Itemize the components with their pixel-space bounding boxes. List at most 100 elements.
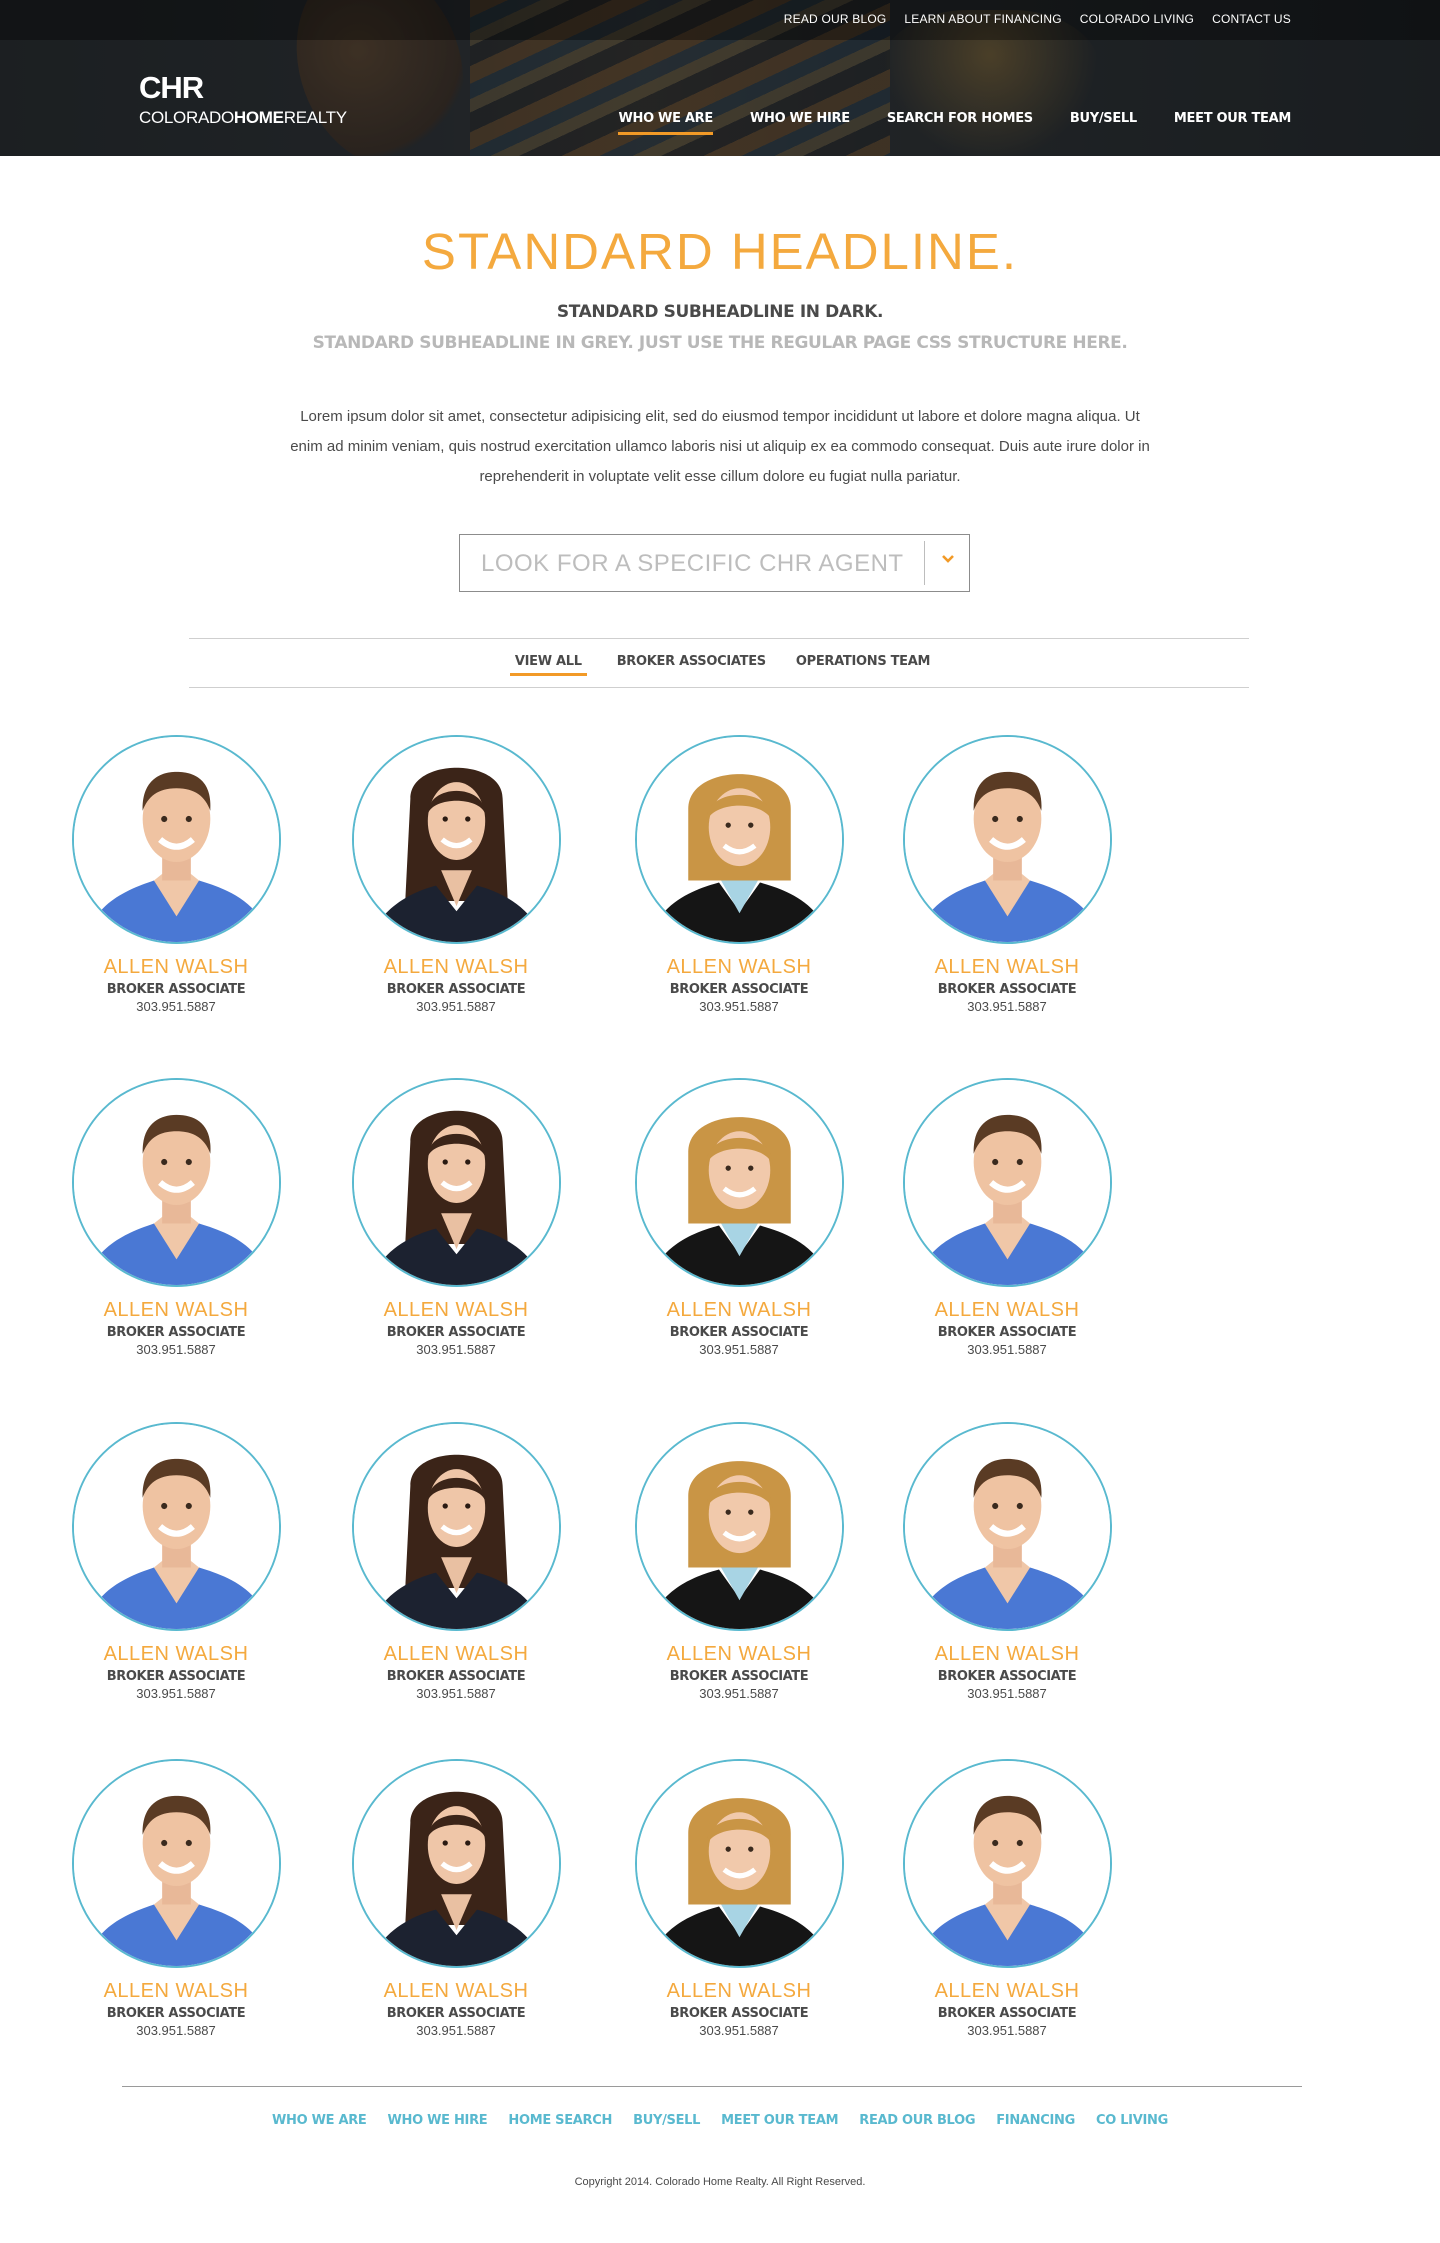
agent-photo[interactable] (902, 1078, 1112, 1287)
agent-photo[interactable] (351, 1078, 561, 1287)
site-logo[interactable]: CHR COLORADOHOMEREALTY (139, 72, 347, 128)
footer-link-read-our-blog[interactable]: READ OUR BLOG (859, 2113, 975, 2128)
agent-card[interactable]: ALLEN WALSH BROKER ASSOCIATE 303.951.5887 (619, 1078, 859, 1357)
agent-name[interactable]: ALLEN WALSH (56, 1643, 296, 1666)
agent-card[interactable]: ALLEN WALSH BROKER ASSOCIATE 303.951.5887 (887, 1422, 1127, 1701)
agent-phone: 303.951.5887 (416, 1342, 496, 1357)
agent-name[interactable]: ALLEN WALSH (336, 1980, 576, 2003)
agent-card[interactable]: ALLEN WALSH BROKER ASSOCIATE 303.951.5887 (887, 1759, 1127, 2038)
agent-name[interactable]: ALLEN WALSH (887, 956, 1127, 979)
footer-link-financing[interactable]: FINANCING (996, 2113, 1075, 2128)
agent-card[interactable]: ALLEN WALSH BROKER ASSOCIATE 303.951.5887 (56, 1422, 296, 1701)
agent-photo[interactable] (71, 1422, 281, 1631)
nav-meet-our-team[interactable]: MEET OUR TEAM (1174, 111, 1291, 135)
agent-name[interactable]: ALLEN WALSH (56, 956, 296, 979)
agent-card[interactable]: ALLEN WALSH BROKER ASSOCIATE 303.951.5887 (336, 1078, 576, 1357)
footer-link-home-search[interactable]: HOME SEARCH (508, 2113, 612, 2128)
copyright-text: Copyright 2014. Colorado Home Realty. Al… (574, 2176, 866, 2188)
agent-photo[interactable] (634, 1422, 844, 1631)
agent-photo[interactable] (634, 1078, 844, 1287)
agent-name[interactable]: ALLEN WALSH (56, 1299, 296, 1322)
dropdown-divider (924, 541, 925, 585)
nav-who-we-hire[interactable]: WHO WE HIRE (750, 111, 850, 135)
agent-photo[interactable] (71, 1759, 281, 1968)
agent-phone: 303.951.5887 (416, 1686, 496, 1701)
agent-name[interactable]: ALLEN WALSH (887, 1980, 1127, 2003)
utility-link-contact[interactable]: CONTACT US (1212, 12, 1291, 26)
agent-card[interactable]: ALLEN WALSH BROKER ASSOCIATE 303.951.5887 (619, 1759, 859, 2038)
utility-link-financing[interactable]: LEARN ABOUT FINANCING (904, 12, 1061, 26)
agent-card[interactable]: ALLEN WALSH BROKER ASSOCIATE 303.951.5887 (56, 1078, 296, 1357)
agent-phone: 303.951.5887 (967, 999, 1047, 1014)
agent-name[interactable]: ALLEN WALSH (336, 956, 576, 979)
agent-photo[interactable] (902, 1422, 1112, 1631)
agent-name[interactable]: ALLEN WALSH (336, 1643, 576, 1666)
agent-photo[interactable] (351, 1759, 561, 1968)
agent-search-dropdown[interactable]: LOOK FOR A SPECIFIC CHR AGENT (459, 534, 970, 592)
agent-phone: 303.951.5887 (699, 1342, 779, 1357)
nav-who-we-are[interactable]: WHO WE ARE (618, 111, 713, 135)
tabs-divider-top (189, 638, 1249, 639)
agent-photo[interactable] (634, 735, 844, 944)
agent-card[interactable]: ALLEN WALSH BROKER ASSOCIATE 303.951.5887 (56, 1759, 296, 2038)
main-nav: WHO WE ARE WHO WE HIRE SEARCH FOR HOMES … (618, 111, 1291, 135)
agent-photo[interactable] (634, 1759, 844, 1968)
logo-mark: CHR (139, 70, 204, 105)
tabs-divider-bottom (189, 687, 1249, 688)
agent-phone: 303.951.5887 (416, 2023, 496, 2038)
agent-name[interactable]: ALLEN WALSH (887, 1643, 1127, 1666)
agent-role: BROKER ASSOCIATE (386, 982, 526, 997)
chevron-down-icon[interactable] (941, 552, 955, 571)
footer-link-co-living[interactable]: CO LIVING (1096, 2113, 1168, 2128)
agent-role: BROKER ASSOCIATE (937, 2006, 1077, 2021)
tab-broker-associates[interactable]: BROKER ASSOCIATES (617, 654, 766, 676)
agent-name[interactable]: ALLEN WALSH (56, 1980, 296, 2003)
agent-card[interactable]: ALLEN WALSH BROKER ASSOCIATE 303.951.5887 (887, 1078, 1127, 1357)
agent-card[interactable]: ALLEN WALSH BROKER ASSOCIATE 303.951.5887 (887, 735, 1127, 1014)
intro-body-text: Lorem ipsum dolor sit amet, consectetur … (290, 408, 1150, 485)
agent-role: BROKER ASSOCIATE (937, 982, 1077, 997)
agent-role: BROKER ASSOCIATE (669, 1325, 809, 1340)
agent-card[interactable]: ALLEN WALSH BROKER ASSOCIATE 303.951.5887 (619, 735, 859, 1014)
tab-view-all[interactable]: VIEW ALL (509, 654, 587, 676)
agent-card[interactable]: ALLEN WALSH BROKER ASSOCIATE 303.951.5887 (56, 735, 296, 1014)
agent-photo[interactable] (902, 1759, 1112, 1968)
agent-phone: 303.951.5887 (699, 999, 779, 1014)
footer-nav: WHO WE ARE WHO WE HIRE HOME SEARCH BUY/S… (0, 2113, 1440, 2128)
agent-photo[interactable] (351, 1422, 561, 1631)
agent-photo[interactable] (71, 735, 281, 944)
agent-card[interactable]: ALLEN WALSH BROKER ASSOCIATE 303.951.5887 (619, 1422, 859, 1701)
utility-nav: READ OUR BLOG LEARN ABOUT FINANCING COLO… (784, 12, 1291, 26)
agent-phone: 303.951.5887 (136, 2023, 216, 2038)
agent-name[interactable]: ALLEN WALSH (619, 956, 859, 979)
footer-divider (122, 2086, 1302, 2087)
utility-link-colorado-living[interactable]: COLORADO LIVING (1080, 12, 1194, 26)
site-header: READ OUR BLOG LEARN ABOUT FINANCING COLO… (0, 0, 1440, 156)
subheadline-grey: STANDARD SUBHEADLINE IN GREY. JUST USE T… (312, 333, 1128, 353)
agent-name[interactable]: ALLEN WALSH (619, 1643, 859, 1666)
footer-link-meet-our-team[interactable]: MEET OUR TEAM (721, 2113, 838, 2128)
agent-name[interactable]: ALLEN WALSH (619, 1980, 859, 2003)
agent-phone: 303.951.5887 (967, 2023, 1047, 2038)
agent-photo[interactable] (351, 735, 561, 944)
agent-role: BROKER ASSOCIATE (106, 1669, 246, 1684)
agent-photo[interactable] (71, 1078, 281, 1287)
agent-name[interactable]: ALLEN WALSH (887, 1299, 1127, 1322)
agent-card[interactable]: ALLEN WALSH BROKER ASSOCIATE 303.951.5887 (336, 1759, 576, 2038)
footer-link-who-we-are[interactable]: WHO WE ARE (272, 2113, 367, 2128)
agent-name[interactable]: ALLEN WALSH (619, 1299, 859, 1322)
agent-role: BROKER ASSOCIATE (937, 1325, 1077, 1340)
nav-buy-sell[interactable]: BUY/SELL (1070, 111, 1137, 135)
agent-card[interactable]: ALLEN WALSH BROKER ASSOCIATE 303.951.5887 (336, 735, 576, 1014)
agent-photo[interactable] (902, 735, 1112, 944)
agent-phone: 303.951.5887 (136, 1342, 216, 1357)
agent-name[interactable]: ALLEN WALSH (336, 1299, 576, 1322)
agent-search-placeholder: LOOK FOR A SPECIFIC CHR AGENT (481, 550, 904, 577)
footer-link-who-we-hire[interactable]: WHO WE HIRE (388, 2113, 488, 2128)
agent-card[interactable]: ALLEN WALSH BROKER ASSOCIATE 303.951.5887 (336, 1422, 576, 1701)
agent-phone: 303.951.5887 (136, 1686, 216, 1701)
tab-operations-team[interactable]: OPERATIONS TEAM (796, 654, 931, 676)
utility-link-blog[interactable]: READ OUR BLOG (784, 12, 887, 26)
footer-link-buy-sell[interactable]: BUY/SELL (633, 2113, 700, 2128)
nav-search-for-homes[interactable]: SEARCH FOR HOMES (887, 111, 1033, 135)
